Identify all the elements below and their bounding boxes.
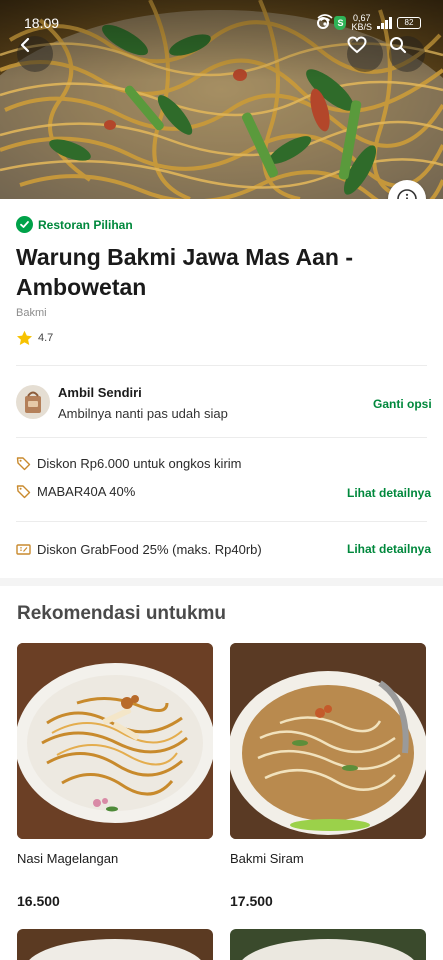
network-speed-unit: KB/S: [351, 22, 372, 32]
menu-item-card[interactable]: Bakmi Siram 17.500: [230, 643, 426, 909]
battery-icon: 82: [397, 17, 421, 29]
delivery-mode-subtitle: Ambilnya nanti pas udah siap: [58, 406, 228, 421]
divider: [16, 437, 427, 438]
back-arrow-icon: [20, 37, 30, 53]
pickup-avatar: [16, 385, 50, 419]
promo-text: MABAR40A 40%: [37, 484, 136, 499]
menu-item-image-partial[interactable]: [17, 929, 213, 960]
preferred-restaurant-badge: Restoran Pilihan: [16, 216, 133, 233]
divider: [16, 365, 427, 366]
promo-text: Diskon GrabFood 25% (maks. Rp40rb): [37, 542, 262, 557]
search-button[interactable]: [389, 36, 425, 72]
takeaway-bag-icon: [25, 391, 41, 413]
section-separator: [0, 578, 443, 586]
menu-item-price: 17.500: [230, 893, 273, 909]
promo-grabfood-discount: Diskon GrabFood 25% (maks. Rp40rb): [16, 542, 262, 557]
cuisine-label: Bakmi: [16, 307, 47, 319]
delivery-mode-title: Ambil Sendiri: [58, 385, 142, 400]
promo-details-link[interactable]: Lihat detailnya: [347, 486, 431, 500]
divider: [16, 521, 427, 522]
bakmi-siram-photo: [230, 643, 426, 839]
network-speed: 0,67 KB/S: [351, 14, 372, 32]
search-icon: [390, 37, 407, 54]
promo-code: MABAR40A 40%: [16, 484, 135, 499]
star-icon: [17, 330, 32, 345]
menu-item-name: Bakmi Siram: [230, 851, 304, 866]
coupon-icon: [16, 544, 31, 555]
promo-text: Diskon Rp6.000 untuk ongkos kirim: [37, 456, 242, 471]
nasi-magelangan-photo: [17, 643, 213, 839]
promo-delivery-discount: Diskon Rp6.000 untuk ongkos kirim: [16, 456, 242, 471]
menu-item-image[interactable]: [17, 643, 213, 839]
badge-label: Restoran Pilihan: [38, 217, 133, 232]
favorite-button[interactable]: [347, 36, 383, 72]
dish-photo-partial: [29, 939, 201, 960]
recommendations-title: Rekomendasi untukmu: [17, 603, 227, 624]
menu-item-name: Nasi Magelangan: [17, 851, 119, 866]
tag-icon: [16, 457, 31, 471]
menu-item-card[interactable]: Nasi Magelangan 16.500: [17, 643, 213, 909]
restaurant-name: Warung Bakmi Jawa Mas Aan - Ambowetan: [16, 244, 353, 300]
menu-item-price: 16.500: [17, 893, 60, 909]
signal-icon: [377, 17, 392, 29]
rating-value: 4.7: [38, 332, 54, 344]
menu-item-image-partial[interactable]: [230, 929, 426, 960]
change-option-link[interactable]: Ganti opsi: [373, 397, 432, 411]
promo-details-link[interactable]: Lihat detailnya: [347, 542, 431, 556]
verified-check-icon: [16, 216, 33, 233]
status-time: 18.09: [24, 15, 60, 31]
back-button[interactable]: [17, 36, 53, 72]
rating: 4.7: [16, 330, 53, 346]
shield-icon: S: [334, 16, 347, 30]
dish-photo-partial: [242, 939, 414, 960]
hero-image: 18.09 S 0,67 KB/S 82: [0, 0, 443, 199]
tag-icon: [16, 485, 31, 499]
heart-icon: [347, 36, 367, 54]
wifi-icon: [317, 14, 334, 26]
menu-item-image[interactable]: [230, 643, 426, 839]
status-bar: 18.09 S 0,67 KB/S 82: [0, 0, 443, 44]
